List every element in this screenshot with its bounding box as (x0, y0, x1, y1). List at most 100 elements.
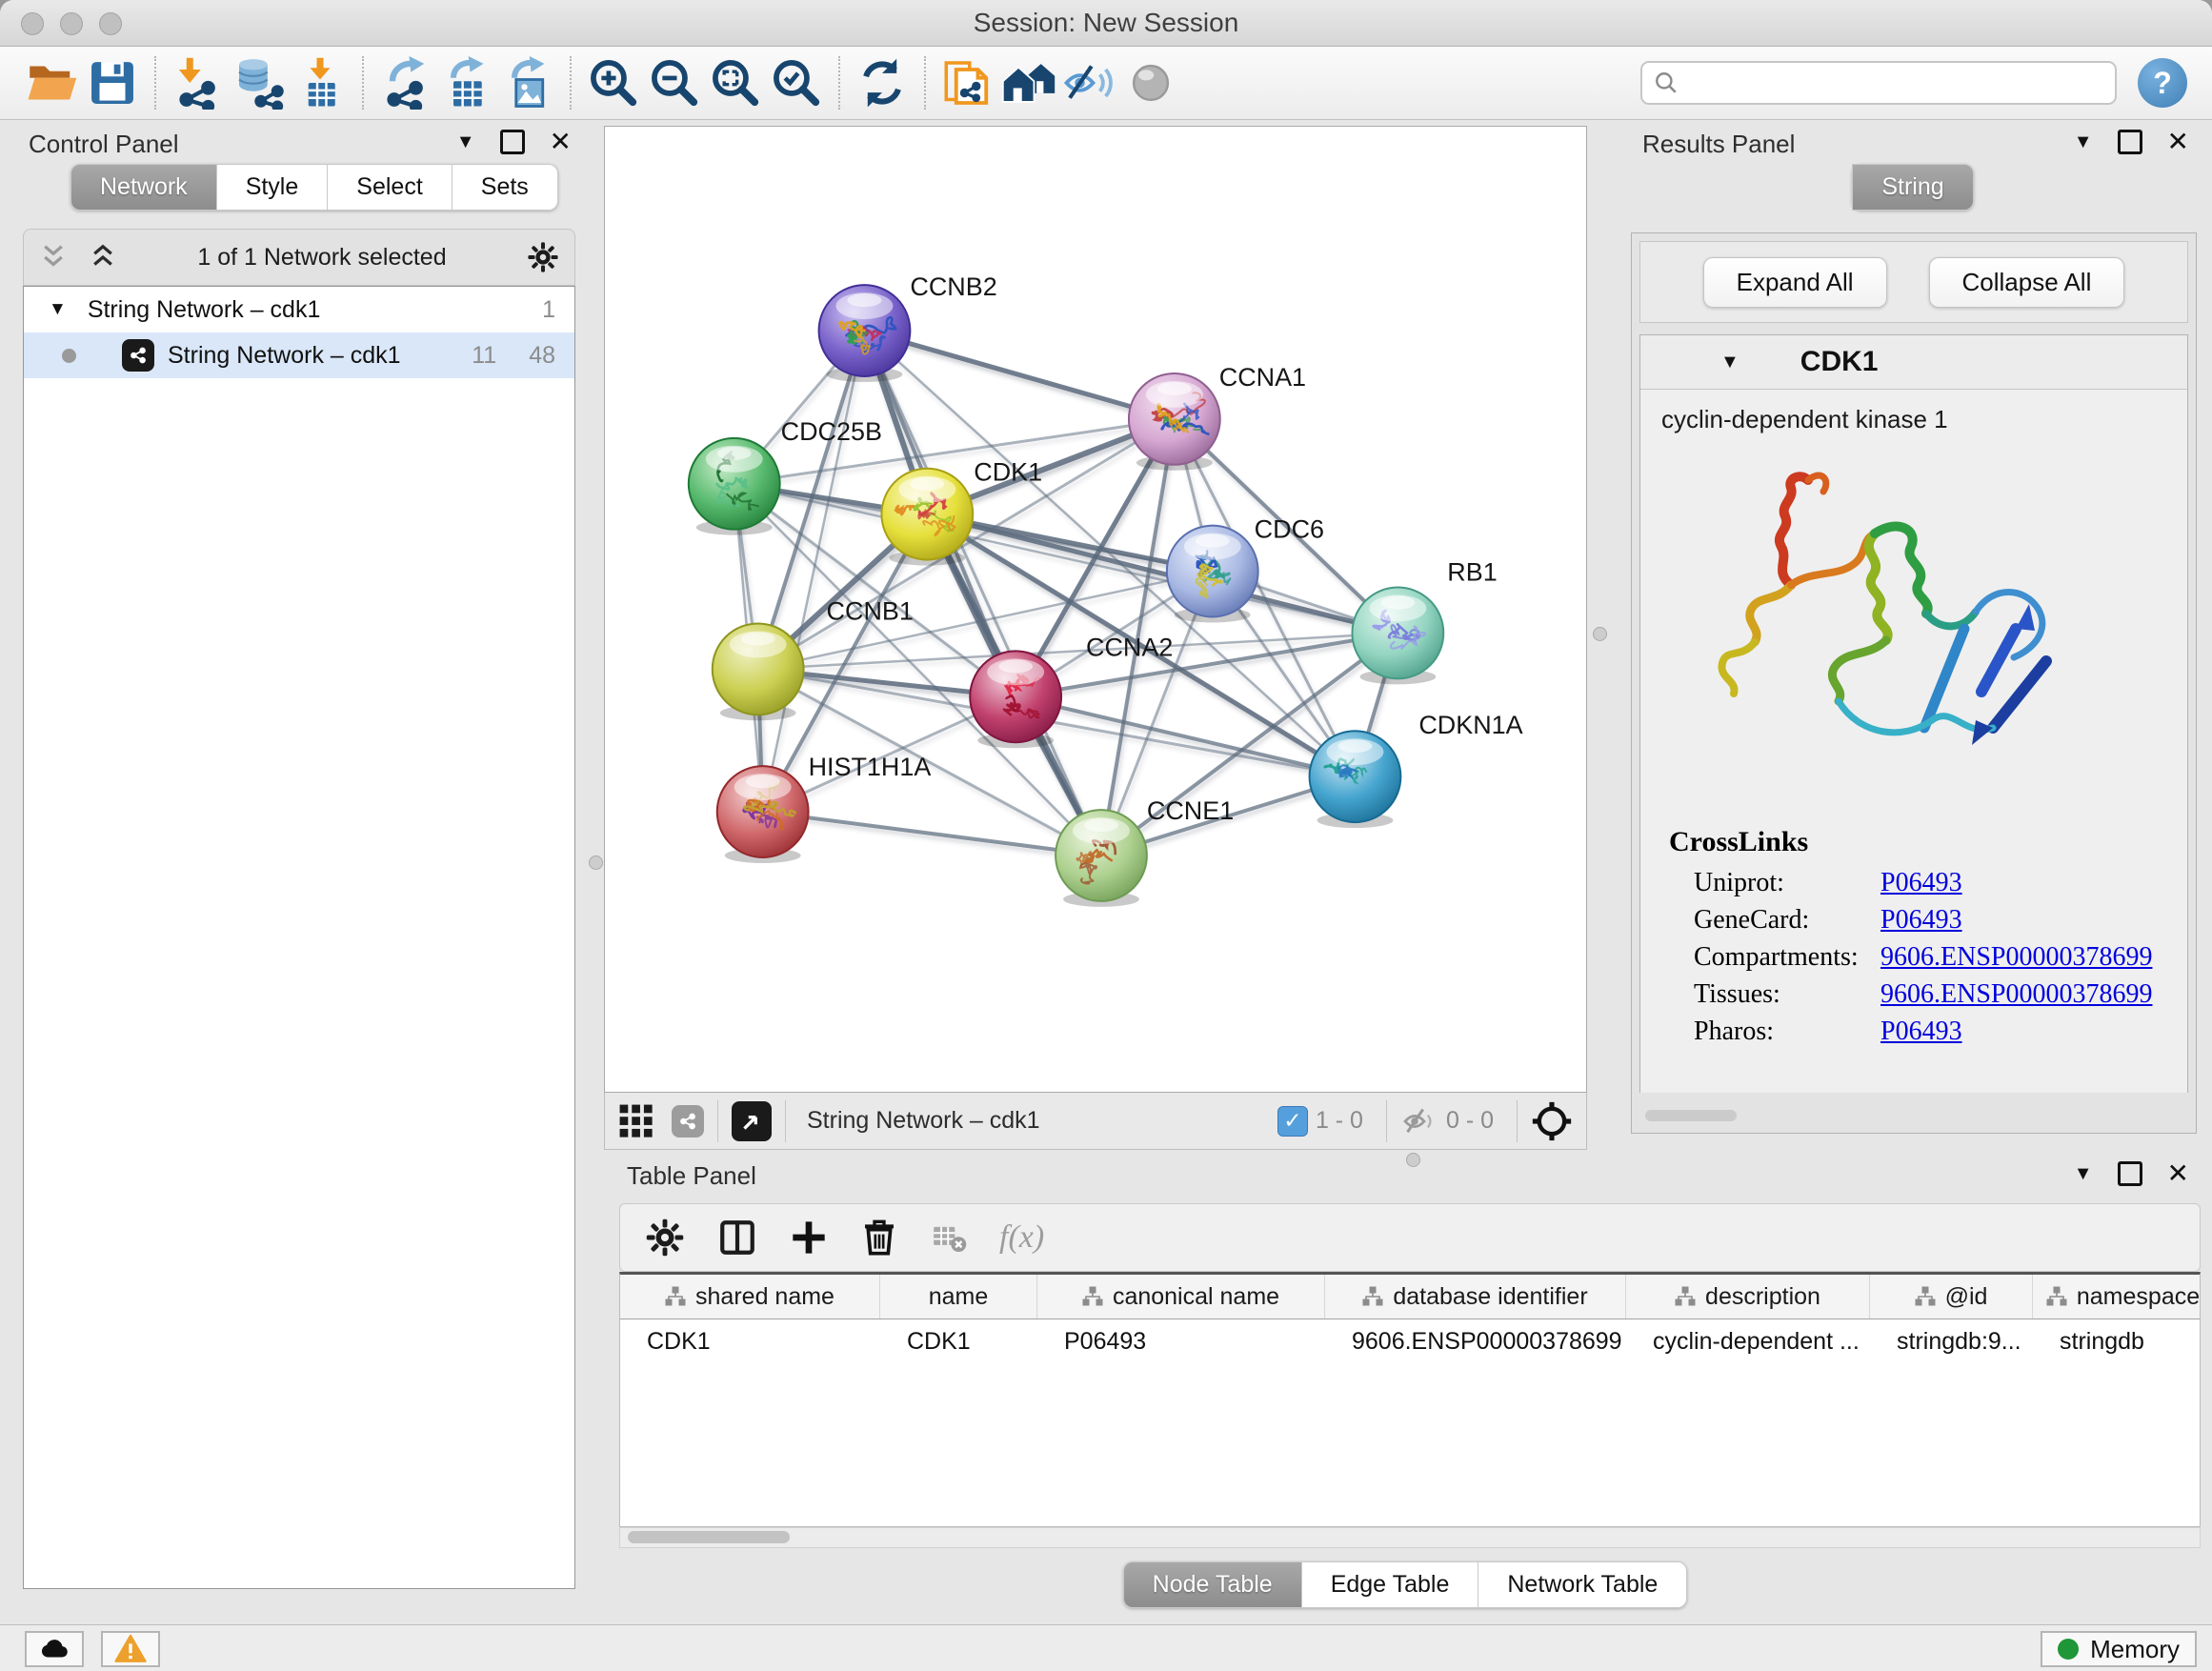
tab-select[interactable]: Select (328, 164, 452, 211)
import-table-button[interactable] (290, 51, 351, 114)
network-node-hist1h1a[interactable]: HIST1H1A (717, 753, 932, 863)
table-cell: stringdb (2033, 1319, 2201, 1363)
network-edge[interactable] (864, 331, 1174, 419)
inactive-eye-button[interactable] (1120, 51, 1181, 114)
network-edge[interactable] (927, 514, 1398, 634)
search-field[interactable] (1640, 61, 2117, 105)
memory-button[interactable]: Memory (2041, 1631, 2197, 1667)
grid-view-icon[interactable] (618, 1103, 654, 1139)
birds-eye-toggle-icon[interactable] (732, 1101, 772, 1141)
crosslink-value-link[interactable]: P06493 (1880, 868, 1962, 898)
node-label: CCNA2 (1086, 633, 1173, 661)
table-row[interactable]: CDK1CDK1P064939606.ENSP00000378699cyclin… (620, 1319, 2200, 1363)
gear-icon[interactable] (527, 241, 559, 273)
show-hide-graphics-button[interactable] (1059, 51, 1120, 114)
network-node-ccna2[interactable]: CCNA2 (970, 633, 1173, 748)
help-button[interactable]: ? (2138, 58, 2187, 108)
add-column-icon[interactable] (790, 1218, 828, 1257)
network-node-cdkn1a[interactable]: CDKN1A (1310, 711, 1523, 828)
update-view-button[interactable] (852, 51, 913, 114)
results-scrollbar-thumb[interactable] (1645, 1110, 1737, 1121)
panel-menu-icon[interactable]: ▼ (456, 131, 475, 153)
import-network-file-button[interactable] (168, 51, 229, 114)
column-header--id[interactable]: @id (1870, 1275, 2033, 1319)
table-hscrollbar[interactable] (619, 1527, 2201, 1548)
tab-sets[interactable]: Sets (452, 164, 558, 211)
close-panel-icon[interactable]: ✕ (2167, 1164, 2189, 1183)
network-node-ccna1[interactable]: CCNA1 (1129, 363, 1306, 471)
panel-menu-icon[interactable]: ▼ (2074, 1163, 2093, 1185)
crosslink-value-link[interactable]: P06493 (1880, 1017, 1962, 1047)
float-panel-icon[interactable] (500, 130, 525, 154)
open-session-button[interactable] (21, 51, 82, 114)
close-panel-icon[interactable]: ✕ (2167, 132, 2189, 151)
tab-style[interactable]: Style (217, 164, 329, 211)
collection-label: String Network – cdk1 (88, 296, 321, 324)
network-view-canvas[interactable]: CCNB2CCNA1CDC25BCDK1CDC6RB1CCNB1CCNA2CDK… (604, 126, 1587, 1093)
collapse-all-chevrons-icon[interactable] (39, 243, 68, 272)
save-session-button[interactable] (82, 51, 143, 114)
tab-string[interactable]: String (1852, 164, 1973, 211)
table-gear-icon[interactable] (645, 1218, 685, 1258)
string-view-badge-icon[interactable] (672, 1105, 704, 1137)
results-panel-title: Results Panel (1642, 130, 1795, 159)
zoom-selected-button[interactable] (766, 51, 827, 114)
warnings-button[interactable] (101, 1631, 160, 1667)
tab-edge-table[interactable]: Edge Table (1302, 1561, 1479, 1608)
hidden-eye-icon[interactable] (1400, 1102, 1438, 1140)
network-node-ccne1[interactable]: CCNE1 (1056, 796, 1234, 907)
tab-network-table[interactable]: Network Table (1478, 1561, 1687, 1608)
export-image-button[interactable] (497, 51, 558, 114)
float-panel-icon[interactable] (2118, 1161, 2142, 1186)
reset-home-button[interactable] (998, 51, 1059, 114)
column-header-description[interactable]: description (1626, 1275, 1870, 1319)
panel-menu-icon[interactable]: ▼ (2074, 131, 2093, 153)
tab-node-table[interactable]: Node Table (1123, 1561, 1302, 1608)
database-import-icon (232, 56, 286, 110)
network-node-rb1[interactable]: RB1 (1352, 558, 1497, 685)
column-header-name[interactable]: name (880, 1275, 1037, 1319)
expand-all-chevrons-icon[interactable] (89, 243, 117, 272)
search-input[interactable] (1686, 69, 2115, 97)
control-panel-title: Control Panel (29, 130, 179, 159)
network-edge[interactable] (763, 812, 1101, 856)
zoom-fit-button[interactable] (705, 51, 766, 114)
right-splitter-handle[interactable] (1593, 627, 1607, 641)
zoom-in-button[interactable] (583, 51, 644, 114)
crosslink-value-link[interactable]: 9606.ENSP00000378699 (1880, 979, 2152, 1010)
network-edge[interactable] (758, 633, 1398, 669)
network-graph[interactable]: CCNB2CCNA1CDC25BCDK1CDC6RB1CCNB1CCNA2CDK… (605, 127, 1586, 1092)
collapse-all-button[interactable]: Collapse All (1929, 257, 2125, 308)
open-folder-icon (25, 56, 78, 110)
left-splitter-handle[interactable] (589, 856, 603, 870)
close-panel-icon[interactable]: ✕ (550, 132, 572, 151)
float-panel-icon[interactable] (2118, 130, 2142, 154)
network-collection-row[interactable]: ▼ String Network – cdk1 1 (24, 287, 574, 332)
network-edge[interactable] (1016, 696, 1355, 776)
network-node-ccnb2[interactable]: CCNB2 (819, 272, 997, 382)
zoom-out-button[interactable] (644, 51, 705, 114)
expand-all-button[interactable]: Expand All (1703, 257, 1887, 308)
crosshair-icon[interactable] (1531, 1100, 1573, 1142)
gene-section-header[interactable]: ▼ CDK1 (1640, 335, 2187, 390)
network-row-selected[interactable]: String Network – cdk1 11 48 (24, 332, 574, 378)
export-table-button[interactable] (436, 51, 497, 114)
network-snapshot-button[interactable] (937, 51, 998, 114)
column-header-database-identifier[interactable]: database identifier (1325, 1275, 1626, 1319)
collapse-triangle-icon[interactable]: ▼ (1720, 352, 1739, 373)
automation-cloud-button[interactable] (25, 1631, 84, 1667)
column-header-namespace[interactable]: namespace (2033, 1275, 2201, 1319)
delete-column-icon[interactable] (860, 1218, 898, 1257)
show-columns-icon[interactable] (717, 1218, 757, 1258)
export-network-button[interactable] (375, 51, 436, 114)
import-network-database-button[interactable] (229, 51, 290, 114)
table-hscrollbar-thumb[interactable] (628, 1531, 790, 1543)
column-header-canonical-name[interactable]: canonical name (1037, 1275, 1325, 1319)
crosslink-value-link[interactable]: 9606.ENSP00000378699 (1880, 942, 2152, 973)
horizontal-splitter-handle[interactable] (1406, 1153, 1420, 1167)
column-header-shared-name[interactable]: shared name (620, 1275, 880, 1319)
crosslink-value-link[interactable]: P06493 (1880, 905, 1962, 936)
selected-checkbox-icon[interactable]: ✓ (1277, 1106, 1308, 1137)
tab-network[interactable]: Network (70, 164, 217, 211)
expander-triangle-icon[interactable]: ▼ (49, 299, 67, 320)
